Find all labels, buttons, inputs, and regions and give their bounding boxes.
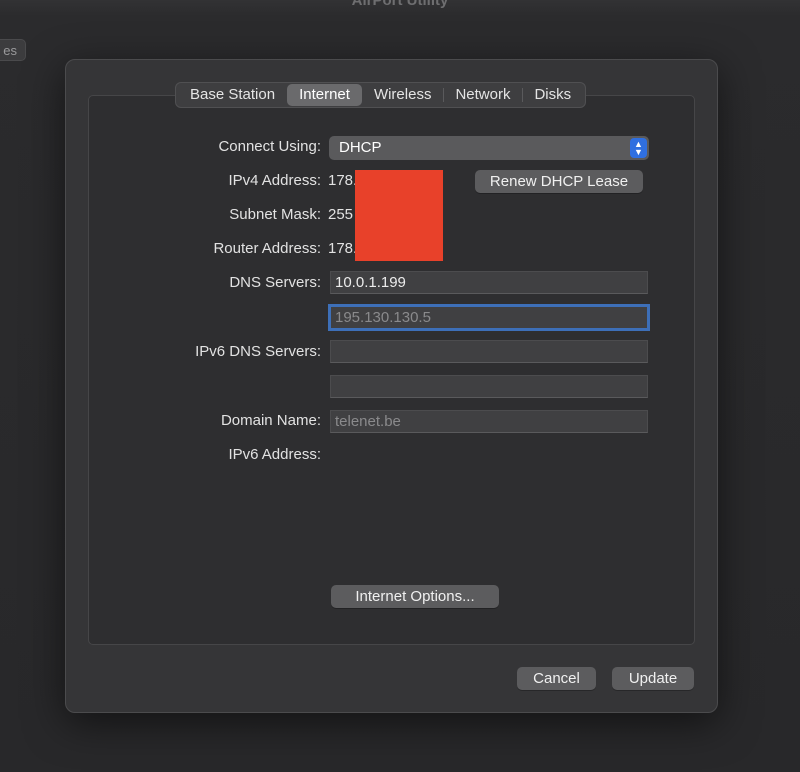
tab-wireless[interactable]: Wireless — [362, 84, 444, 106]
tab-network[interactable]: Network — [443, 84, 522, 106]
ipv6-dns-primary-field[interactable] — [330, 340, 648, 363]
connect-using-select[interactable]: DHCP ▲ ▼ — [329, 136, 649, 160]
window-title: AirPort Utility — [351, 0, 449, 9]
connect-using-value: DHCP — [339, 139, 382, 156]
ipv4-address-label: IPv4 Address: — [228, 172, 321, 189]
settings-sheet: Base Station Internet Wireless Network D… — [65, 59, 718, 713]
router-address-value: 178. — [328, 240, 358, 257]
tab-internet[interactable]: Internet — [287, 84, 362, 106]
domain-name-field[interactable]: telenet.be — [330, 410, 648, 433]
connect-using-label: Connect Using: — [218, 138, 321, 155]
redaction-block — [355, 170, 443, 261]
update-button[interactable]: Update — [612, 667, 694, 690]
dns-servers-label: DNS Servers: — [229, 274, 321, 291]
internet-options-button[interactable]: Internet Options... — [331, 585, 499, 608]
background-button[interactable]: es — [0, 39, 26, 61]
dns-server-primary-field[interactable]: 10.0.1.199 — [330, 271, 648, 294]
tab-disks[interactable]: Disks — [522, 84, 583, 106]
ipv6-dns-servers-label: IPv6 DNS Servers: — [195, 343, 321, 360]
ipv6-dns-secondary-field[interactable] — [330, 375, 648, 398]
tab-bar: Base Station Internet Wireless Network D… — [175, 82, 587, 108]
domain-name-label: Domain Name: — [220, 412, 321, 429]
subnet-mask-label: Subnet Mask: — [229, 206, 321, 223]
tab-base-station[interactable]: Base Station — [178, 84, 287, 106]
dns-server-secondary-field[interactable]: 195.130.130.5 — [328, 304, 650, 331]
renew-dhcp-lease-button[interactable]: Renew DHCP Lease — [475, 170, 643, 193]
ipv4-address-value: 178. — [328, 172, 358, 189]
router-address-label: Router Address: — [213, 240, 321, 257]
ipv6-address-label: IPv6 Address: — [228, 446, 321, 463]
chevron-updown-icon: ▲ ▼ — [630, 138, 647, 158]
cancel-button[interactable]: Cancel — [517, 667, 596, 690]
subnet-mask-value: 255 — [328, 206, 354, 223]
